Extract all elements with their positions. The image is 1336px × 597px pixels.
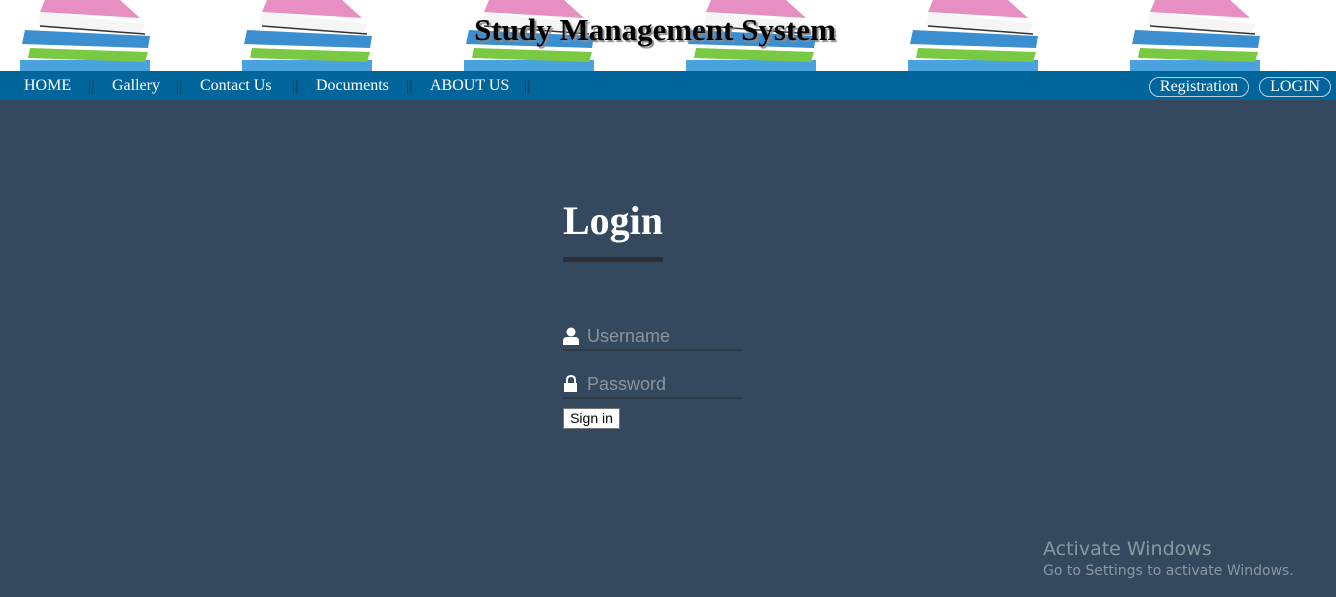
registration-button[interactable]: Registration	[1149, 77, 1249, 97]
username-input[interactable]	[587, 324, 743, 348]
password-input[interactable]	[587, 372, 743, 396]
nav-about-us[interactable]: ABOUT US	[430, 77, 509, 95]
nav-separator: ||	[176, 78, 183, 95]
activate-windows-subtitle: Go to Settings to activate Windows.	[1043, 563, 1294, 579]
heading-underline	[563, 257, 663, 262]
sign-in-button[interactable]: Sign in	[563, 408, 620, 429]
nav-documents[interactable]: Documents	[316, 77, 389, 95]
nav-contact-us[interactable]: Contact Us	[200, 77, 272, 95]
nav-separator: ||	[406, 78, 413, 95]
nav-home[interactable]: HOME	[24, 77, 71, 95]
login-nav-button[interactable]: LOGIN	[1259, 77, 1331, 97]
user-icon	[563, 327, 579, 345]
username-field	[563, 321, 743, 351]
lock-icon	[564, 375, 577, 392]
password-field	[563, 369, 743, 399]
nav-separator: ||	[88, 78, 95, 95]
activate-windows-title: Activate Windows	[1043, 538, 1212, 560]
nav-separator: ||	[292, 78, 299, 95]
nav-separator: ||	[524, 78, 531, 95]
nav-gallery[interactable]: Gallery	[112, 77, 160, 95]
header-banner: Study Management System	[0, 0, 1336, 71]
login-heading: Login	[563, 198, 664, 243]
site-title: Study Management System	[474, 12, 836, 47]
